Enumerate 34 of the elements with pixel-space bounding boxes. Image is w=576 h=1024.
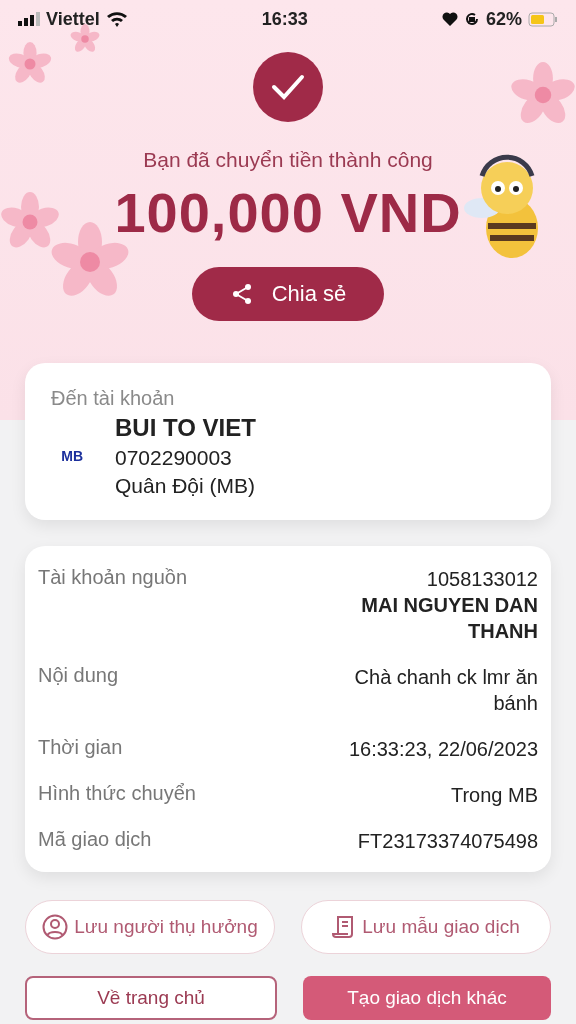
new-transfer-button[interactable]: Tạo giao dịch khác	[303, 976, 551, 1020]
recipient-name: BUI TO VIET	[115, 414, 256, 442]
clock-time: 16:33	[261, 8, 308, 30]
detail-label: Hình thức chuyển	[38, 782, 196, 806]
signal-icon	[18, 12, 40, 26]
recipient-heading: Đến tài khoản	[51, 387, 176, 410]
detail-value: MAI NGUYEN DAN THANH	[360, 593, 538, 644]
battery-icon	[528, 11, 558, 27]
carrier-name: Viettel	[46, 8, 100, 30]
flower-icon	[70, 24, 100, 54]
detail-label: Mã giao dịch	[38, 828, 152, 852]
share-button[interactable]: Chia sẻ	[191, 267, 385, 321]
success-message: Bạn đã chuyển tiền thành công	[143, 148, 433, 172]
detail-value: Chà chanh ck lmr ăn bánh	[353, 665, 538, 716]
transfer-amount: 100,000 VND	[114, 180, 462, 245]
heart-icon	[441, 12, 458, 26]
detail-value: 16:33:23, 22/06/2023	[348, 737, 538, 762]
detail-label: Tài khoản nguồn	[38, 566, 187, 590]
detail-value: Trong MB	[450, 783, 538, 808]
wifi-icon	[105, 11, 128, 27]
rotation-lock-icon	[463, 11, 480, 27]
detail-label: Nội dung	[38, 664, 119, 688]
home-button[interactable]: Về trang chủ	[25, 976, 277, 1020]
detail-label: Thời gian	[38, 736, 123, 760]
bank-logo: MB	[60, 448, 83, 464]
user-icon	[42, 914, 69, 940]
detail-value: 1058133012	[426, 567, 538, 592]
detail-value: FT23173374075498	[357, 829, 538, 854]
save-button[interactable]: Lưu người thụ hưởng	[25, 900, 275, 954]
flower-icon	[8, 42, 52, 86]
save-button[interactable]: Lưu mẫu giao dịch	[301, 900, 551, 954]
battery-percentage: 62%	[485, 8, 522, 30]
account-number: 0702290003	[115, 446, 233, 470]
bank-name: Quân Đội (MB)	[115, 474, 256, 498]
